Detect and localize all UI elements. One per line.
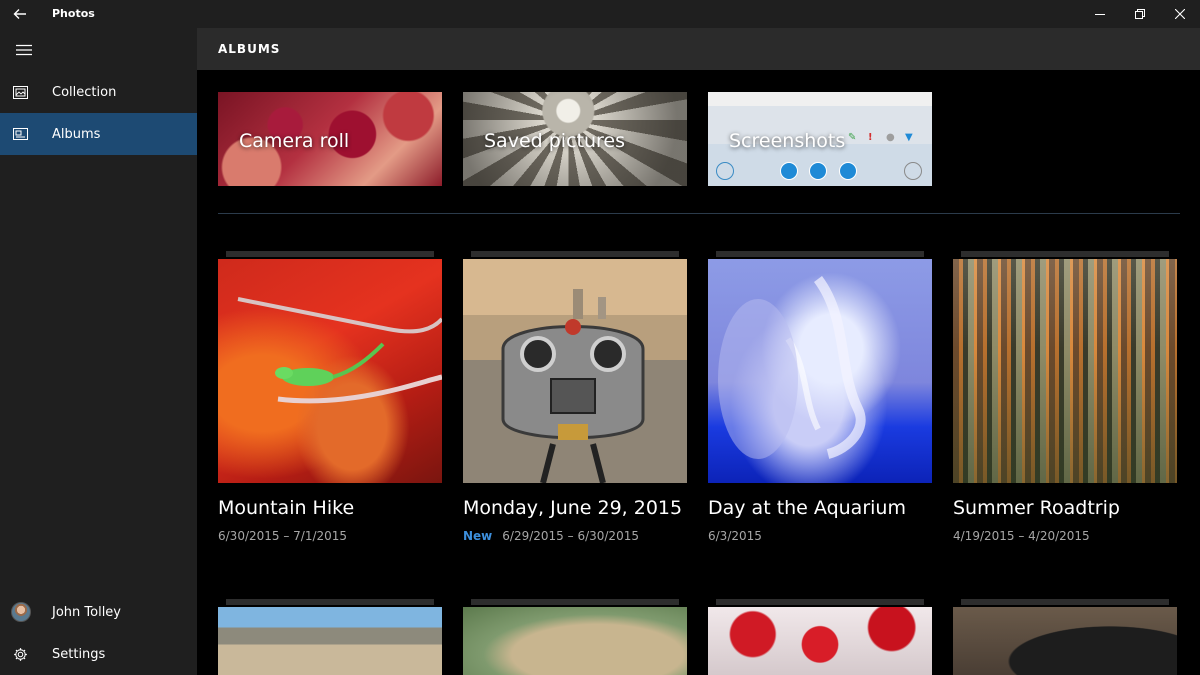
album-date-range: 6/3/2015 [708, 529, 762, 543]
album-date-range: 4/19/2015 – 4/20/2015 [953, 529, 1090, 543]
sidebar-item-label: Settings [52, 646, 106, 662]
album-dates: 6/30/2015 – 7/1/2015 [218, 529, 347, 543]
lizard-photo [237, 297, 442, 404]
album-dates: New 6/29/2015 – 6/30/2015 [463, 529, 639, 543]
collection-icon [12, 84, 29, 100]
jellyfish-photo [718, 276, 866, 459]
thumbnail-detail [809, 162, 827, 180]
sidebar-item-collection[interactable]: Collection [0, 71, 197, 113]
back-arrow-icon [13, 9, 26, 19]
album-stack-edge [471, 599, 679, 605]
sidebar-item-albums[interactable]: Albums [0, 113, 197, 155]
new-badge: New [463, 529, 493, 543]
album-title: Day at the Aquarium [708, 497, 906, 519]
thumbnail-detail [716, 162, 734, 180]
album-tile-label: Saved pictures [484, 130, 625, 152]
album-stack-edge [716, 599, 924, 605]
restore-icon [1135, 9, 1145, 19]
minimize-icon [1095, 14, 1105, 15]
user-account[interactable]: John Tolley [0, 591, 197, 633]
close-icon [1175, 9, 1185, 19]
minimize-button[interactable] [1080, 0, 1120, 28]
thumbnail-detail: ▼ [905, 132, 913, 143]
album-tile-label: Camera roll [239, 130, 350, 152]
album-stack-edge [716, 251, 924, 257]
album-tile-screenshots[interactable]: ✎ ! ● ▼ Screenshots [708, 92, 932, 186]
album-tile-camera-roll[interactable]: Camera roll [218, 92, 442, 186]
thumbnail-detail [839, 162, 857, 180]
restore-button[interactable] [1120, 0, 1160, 28]
sidebar-item-settings[interactable]: Settings [0, 633, 197, 675]
back-button[interactable] [0, 0, 40, 28]
avatar [11, 602, 31, 622]
album-cover [953, 259, 1177, 483]
album-stack-edge [961, 599, 1169, 605]
album-date-range: 6/30/2015 – 7/1/2015 [218, 529, 348, 543]
album-tile-saved-pictures[interactable]: Saved pictures [463, 92, 687, 186]
album-cover [218, 259, 442, 483]
user-name: John Tolley [52, 604, 121, 620]
thumbnail-detail: ✎ [848, 132, 857, 143]
thumbnail-detail: ! [868, 132, 873, 143]
binocular-viewer-photo [501, 289, 645, 483]
album-stack-edge [471, 251, 679, 257]
hamburger-icon [16, 44, 32, 56]
album-cover [463, 259, 687, 483]
album-stack-edge [226, 251, 434, 257]
sidebar: Collection Albums John Tolley Settings [0, 28, 197, 675]
gear-icon [12, 646, 29, 662]
album-title: Mountain Hike [218, 497, 355, 519]
close-button[interactable] [1160, 0, 1200, 28]
album-title: Monday, June 29, 2015 [463, 497, 683, 519]
album-stack-edge [961, 251, 1169, 257]
sidebar-item-label: Albums [52, 126, 101, 142]
album-dates: 4/19/2015 – 4/20/2015 [953, 529, 1090, 543]
page-header: ALBUMS [197, 28, 1200, 70]
albums-icon [12, 126, 29, 142]
album-dates: 6/3/2015 [708, 529, 762, 543]
title-bar: Photos [0, 0, 1200, 28]
album-cover [463, 607, 687, 675]
thumbnail-detail [780, 162, 798, 180]
album-cover [953, 607, 1177, 675]
sidebar-item-label: Collection [52, 84, 117, 100]
album-stack-edge [226, 599, 434, 605]
page-title: ALBUMS [218, 42, 281, 56]
album-title: Summer Roadtrip [953, 497, 1120, 519]
album-tile-label: Screenshots [729, 130, 846, 152]
hamburger-button[interactable] [0, 28, 48, 72]
thumbnail-detail: ● [886, 132, 895, 143]
album-cover [708, 607, 932, 675]
thumbnail-detail [904, 162, 922, 180]
window-title: Photos [52, 7, 95, 20]
section-divider [218, 213, 1180, 214]
album-cover [218, 607, 442, 675]
album-cover [708, 259, 932, 483]
album-date-range: 6/29/2015 – 6/30/2015 [502, 529, 639, 543]
